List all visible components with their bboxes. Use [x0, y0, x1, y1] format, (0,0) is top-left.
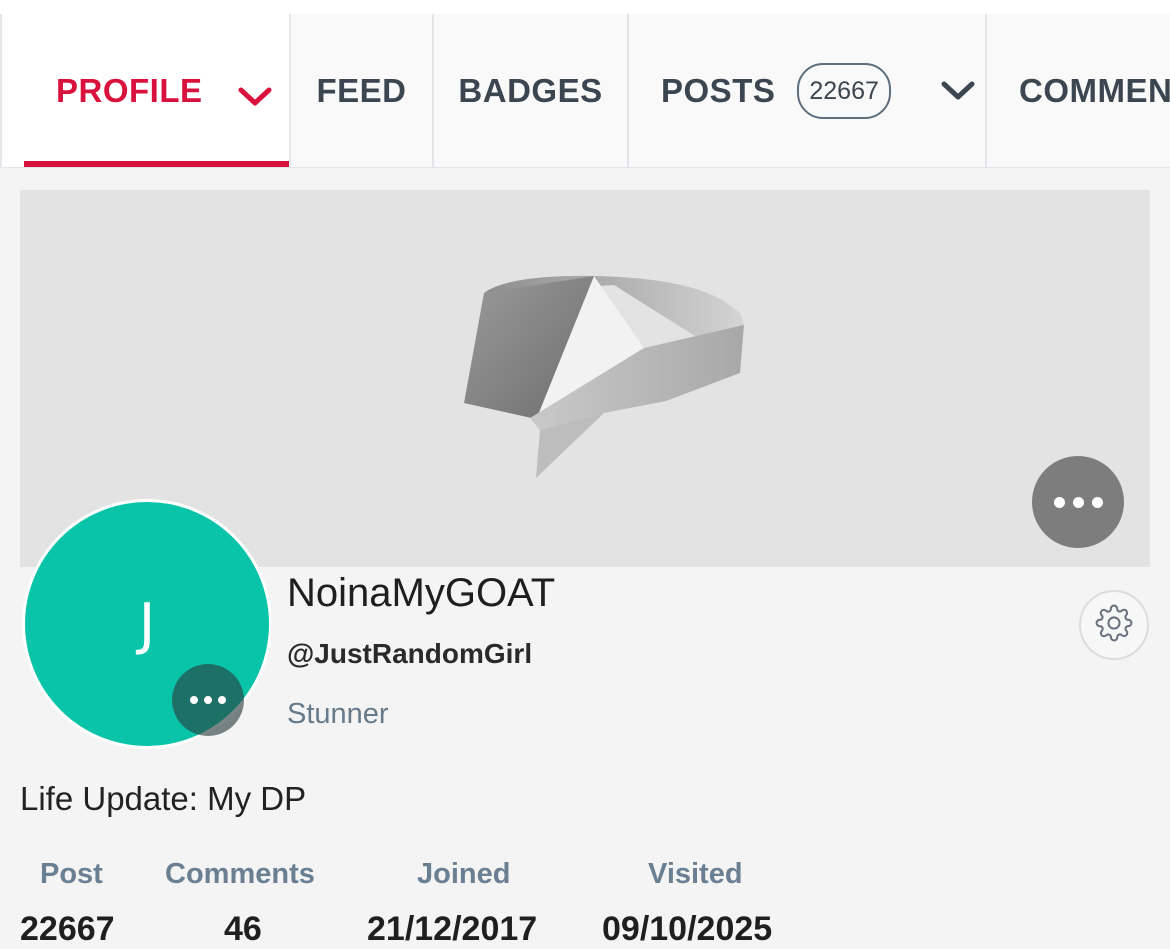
dot	[1091, 496, 1103, 508]
tab-profile[interactable]: PROFILE	[0, 14, 291, 167]
stat-post-label: Post	[40, 858, 103, 890]
active-tab-indicator	[24, 161, 289, 167]
tab-badges[interactable]: BADGES	[434, 14, 629, 167]
stat-visited-value: 09/10/2025	[602, 910, 773, 948]
tab-posts[interactable]: POSTS 22667	[629, 14, 987, 167]
settings-button[interactable]	[1079, 590, 1149, 660]
tab-feed[interactable]: FEED	[291, 14, 434, 167]
stat-comments-label: Comments	[165, 858, 315, 890]
app-logo-icon	[444, 273, 744, 488]
display-name: NoinaMyGOAT	[287, 571, 556, 615]
chevron-down-icon[interactable]	[238, 78, 272, 116]
gear-icon	[1095, 604, 1133, 647]
tab-feed-label: FEED	[316, 71, 407, 109]
posts-count-badge: 22667	[797, 62, 891, 119]
user-rank: Stunner	[287, 698, 389, 730]
dot	[190, 696, 198, 704]
stat-post-value: 22667	[20, 910, 115, 948]
tab-comments[interactable]: COMMEN	[987, 14, 1170, 167]
tab-posts-label: POSTS	[661, 71, 776, 109]
stat-comments-value: 46	[224, 910, 262, 948]
dot	[1053, 496, 1065, 508]
tab-badges-label: BADGES	[458, 71, 603, 109]
tab-comments-label: COMMEN	[1019, 71, 1170, 109]
dot	[1072, 496, 1084, 508]
avatar-more-options-button[interactable]	[172, 664, 244, 736]
dot	[218, 696, 226, 704]
stat-visited-label: Visited	[648, 858, 743, 890]
banner-more-options-button[interactable]	[1032, 456, 1124, 548]
profile-bio: Life Update: My DP	[20, 780, 307, 817]
profile-tab-bar: PROFILE FEED BADGES POSTS 22667 COMMEN	[0, 14, 1170, 168]
dot	[204, 696, 212, 704]
stat-joined-label: Joined	[417, 858, 511, 890]
tab-profile-label: PROFILE	[56, 72, 203, 109]
chevron-down-icon[interactable]	[941, 80, 975, 102]
stat-joined-value: 21/12/2017	[367, 910, 538, 948]
username-handle: @JustRandomGirl	[287, 638, 533, 669]
